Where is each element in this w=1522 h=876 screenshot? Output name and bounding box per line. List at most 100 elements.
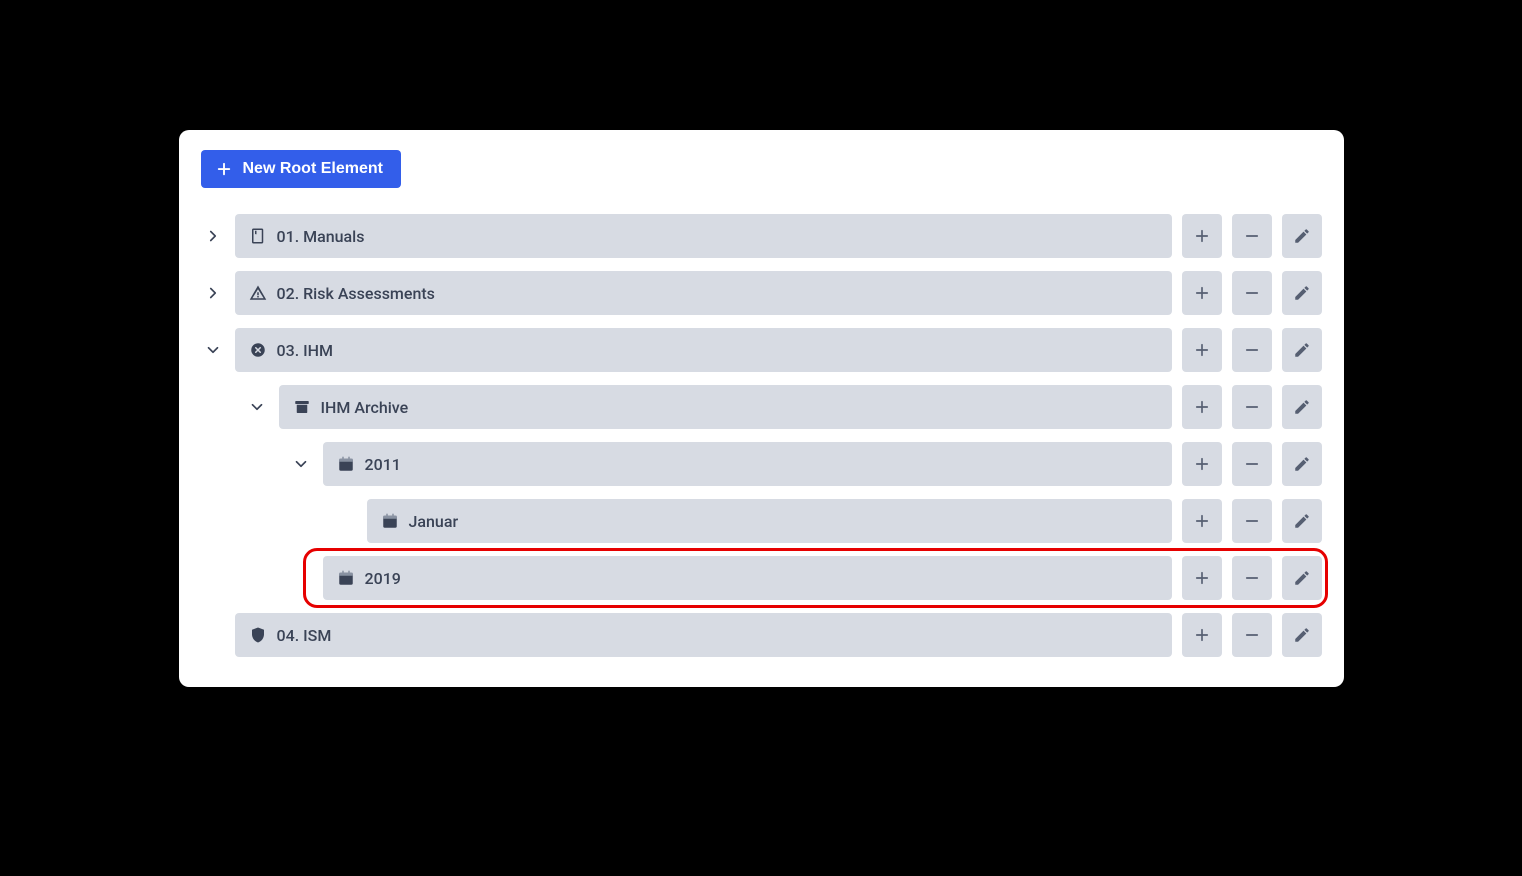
- plus-icon: [215, 160, 233, 178]
- minus-icon: [1243, 569, 1261, 587]
- pencil-icon: [1293, 284, 1311, 302]
- pencil-icon: [1293, 341, 1311, 359]
- minus-icon: [1243, 227, 1261, 245]
- remove-button[interactable]: [1232, 271, 1272, 315]
- chevron-down-icon: [292, 455, 310, 473]
- add-child-button[interactable]: [1182, 556, 1222, 600]
- chevron-right-icon: [204, 284, 222, 302]
- tree-item-label: IHM Archive: [321, 398, 409, 417]
- plus-icon: [1193, 227, 1211, 245]
- edit-button[interactable]: [1282, 556, 1322, 600]
- tree-item-label: 2019: [365, 569, 401, 588]
- tree-row: 2019: [201, 556, 1322, 600]
- plus-icon: [1193, 569, 1211, 587]
- plus-icon: [1193, 398, 1211, 416]
- calendar-icon: [337, 455, 355, 473]
- tree-row: 01. Manuals: [201, 214, 1322, 258]
- minus-icon: [1243, 341, 1261, 359]
- tree-item-label: 2011: [365, 455, 401, 474]
- minus-icon: [1243, 626, 1261, 644]
- shield-icon: [249, 626, 267, 644]
- tree-item[interactable]: 2019: [323, 556, 1172, 600]
- expand-column: [245, 395, 269, 419]
- add-child-button[interactable]: [1182, 613, 1222, 657]
- tree-item[interactable]: 03. IHM: [235, 328, 1172, 372]
- remove-button[interactable]: [1232, 613, 1272, 657]
- tree-row: 02. Risk Assessments: [201, 271, 1322, 315]
- add-child-button[interactable]: [1182, 385, 1222, 429]
- expand-column: [289, 452, 313, 476]
- tree-row: 2011: [201, 442, 1322, 486]
- chevron-down-icon: [204, 341, 222, 359]
- tree-item-label: 02. Risk Assessments: [277, 284, 435, 303]
- collapse-button[interactable]: [289, 452, 313, 476]
- remove-button[interactable]: [1232, 214, 1272, 258]
- remove-button[interactable]: [1232, 328, 1272, 372]
- pencil-icon: [1293, 227, 1311, 245]
- calendar-icon: [337, 569, 355, 587]
- plus-icon: [1193, 455, 1211, 473]
- pencil-icon: [1293, 398, 1311, 416]
- circle-x-icon: [249, 341, 267, 359]
- tree-item-label: 03. IHM: [277, 341, 333, 360]
- add-child-button[interactable]: [1182, 271, 1222, 315]
- tree-item[interactable]: 02. Risk Assessments: [235, 271, 1172, 315]
- minus-icon: [1243, 284, 1261, 302]
- tree-item-label: 04. ISM: [277, 626, 332, 645]
- tree-item[interactable]: IHM Archive: [279, 385, 1172, 429]
- edit-button[interactable]: [1282, 499, 1322, 543]
- minus-icon: [1243, 455, 1261, 473]
- expand-button[interactable]: [201, 224, 225, 248]
- expand-column: [201, 224, 225, 248]
- tree-panel: New Root Element 01. Manuals 02. Risk Ass…: [179, 130, 1344, 687]
- tree-item[interactable]: 2011: [323, 442, 1172, 486]
- edit-button[interactable]: [1282, 385, 1322, 429]
- plus-icon: [1193, 284, 1211, 302]
- add-child-button[interactable]: [1182, 442, 1222, 486]
- tree-item-label: 01. Manuals: [277, 227, 365, 246]
- chevron-down-icon: [248, 398, 266, 416]
- expand-button[interactable]: [201, 281, 225, 305]
- edit-button[interactable]: [1282, 613, 1322, 657]
- new-root-element-label: New Root Element: [243, 160, 383, 178]
- edit-button[interactable]: [1282, 328, 1322, 372]
- tree: 01. Manuals 02. Risk Assessments 03. IHM IH…: [201, 214, 1322, 657]
- remove-button[interactable]: [1232, 385, 1272, 429]
- collapse-button[interactable]: [201, 338, 225, 362]
- warning-icon: [249, 284, 267, 302]
- minus-icon: [1243, 398, 1261, 416]
- add-child-button[interactable]: [1182, 499, 1222, 543]
- chevron-right-icon: [204, 227, 222, 245]
- tree-row: IHM Archive: [201, 385, 1322, 429]
- tree-item[interactable]: 01. Manuals: [235, 214, 1172, 258]
- pencil-icon: [1293, 455, 1311, 473]
- tree-row: Januar: [201, 499, 1322, 543]
- edit-button[interactable]: [1282, 214, 1322, 258]
- plus-icon: [1193, 341, 1211, 359]
- minus-icon: [1243, 512, 1261, 530]
- remove-button[interactable]: [1232, 442, 1272, 486]
- pencil-icon: [1293, 512, 1311, 530]
- book-icon: [249, 227, 267, 245]
- edit-button[interactable]: [1282, 271, 1322, 315]
- new-root-element-button[interactable]: New Root Element: [201, 150, 401, 188]
- collapse-button[interactable]: [245, 395, 269, 419]
- remove-button[interactable]: [1232, 556, 1272, 600]
- add-child-button[interactable]: [1182, 328, 1222, 372]
- edit-button[interactable]: [1282, 442, 1322, 486]
- pencil-icon: [1293, 626, 1311, 644]
- plus-icon: [1193, 512, 1211, 530]
- tree-row: 03. IHM: [201, 328, 1322, 372]
- tree-item[interactable]: 04. ISM: [235, 613, 1172, 657]
- remove-button[interactable]: [1232, 499, 1272, 543]
- pencil-icon: [1293, 569, 1311, 587]
- calendar-icon: [381, 512, 399, 530]
- add-child-button[interactable]: [1182, 214, 1222, 258]
- tree-item[interactable]: Januar: [367, 499, 1172, 543]
- archive-icon: [293, 398, 311, 416]
- tree-row: 04. ISM: [201, 613, 1322, 657]
- expand-column: [201, 338, 225, 362]
- tree-item-label: Januar: [409, 512, 459, 531]
- plus-icon: [1193, 626, 1211, 644]
- expand-column: [201, 281, 225, 305]
